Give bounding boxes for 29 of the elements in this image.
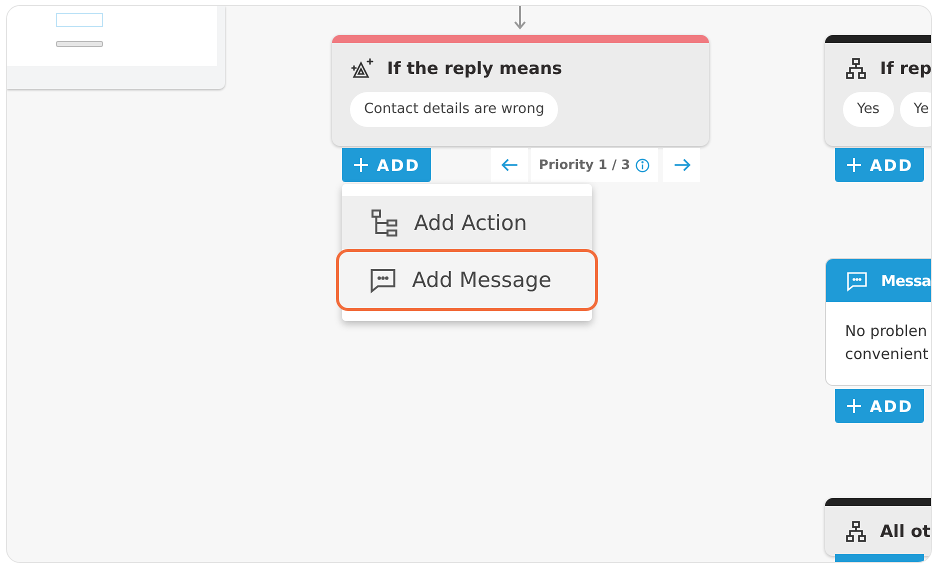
- hierarchy-icon: [844, 520, 868, 544]
- sparkle-triangle-icon: [351, 57, 375, 81]
- connector-arrow: [514, 6, 526, 31]
- answer-chip[interactable]: Yes: [843, 92, 894, 127]
- plus-icon: [352, 157, 369, 173]
- message-node[interactable]: Messa No problen convenient: [825, 258, 931, 386]
- answer-chip[interactable]: Contact details are wrong: [350, 92, 558, 127]
- info-icon[interactable]: [635, 158, 650, 172]
- node-title: If the reply means: [387, 59, 562, 79]
- previous-button[interactable]: [491, 148, 528, 182]
- flowchart-icon: [370, 208, 400, 238]
- outlined-box: [56, 13, 103, 27]
- condition-node[interactable]: All ot: [825, 498, 931, 556]
- next-button[interactable]: [663, 148, 700, 182]
- node-title: All ot: [880, 522, 931, 542]
- answer-chip[interactable]: Ye: [900, 92, 931, 127]
- node-title: If rep: [880, 59, 931, 79]
- plus-icon: [846, 398, 862, 414]
- node-title: Messa: [881, 272, 931, 290]
- menu-item[interactable]: Add Action: [342, 196, 592, 249]
- thin-bar: [56, 41, 103, 47]
- plus-icon: [846, 157, 862, 173]
- message-text: convenient: [845, 344, 930, 365]
- message-text: No problen: [845, 321, 928, 342]
- hierarchy-icon: [844, 57, 868, 81]
- menu-item[interactable]: Add Message: [336, 249, 598, 311]
- condition-node[interactable]: If the reply means Contact details are wrong: [332, 35, 709, 146]
- priority-text: Priority 1 / 3: [538, 158, 630, 172]
- condition-node[interactable]: If rep Yes Ye: [825, 35, 931, 146]
